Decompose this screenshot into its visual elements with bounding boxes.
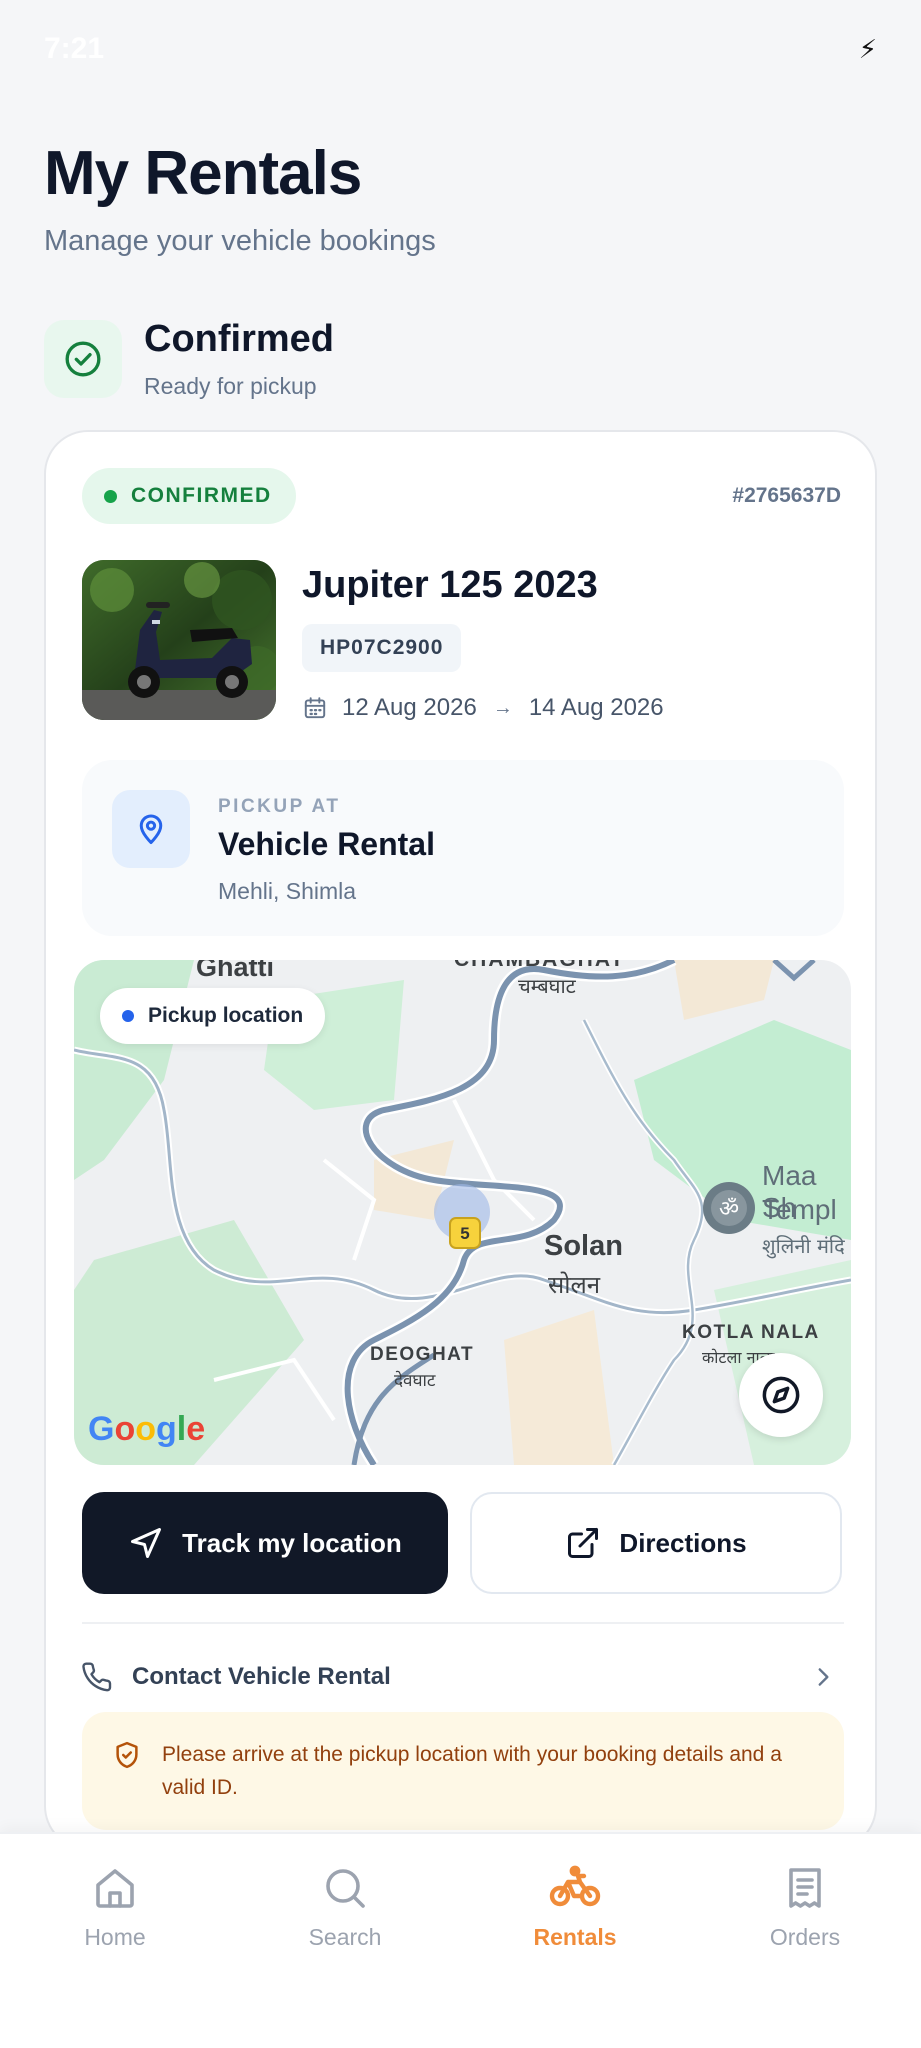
divider: [82, 1622, 844, 1624]
plate-number: HP07C2900: [302, 624, 462, 672]
contact-rental-row[interactable]: Contact Vehicle Rental: [82, 1642, 844, 1712]
booking-card: CONFIRMED #2765637D Jupiter 125 2023 HP0…: [44, 430, 877, 1850]
page-subtitle: Manage your vehicle bookings: [44, 225, 436, 257]
status-subtitle: Ready for pickup: [144, 373, 317, 399]
pickup-info: PICKUP AT Vehicle Rental Mehli, Shimla: [82, 760, 844, 936]
compass-button[interactable]: [739, 1353, 823, 1437]
map-label-kotla: KOTLA NALA: [682, 1322, 820, 1343]
home-icon: [96, 1869, 134, 1908]
nav-item-search[interactable]: Search: [245, 1864, 445, 1951]
vehicle-name: Jupiter 125 2023: [302, 564, 598, 606]
external-link-icon: [565, 1525, 601, 1561]
page-title: My Rentals: [44, 139, 362, 208]
bottom-navigation: Home Search Rentals Orders: [0, 1832, 921, 2048]
start-date: 12 Aug 2026: [342, 694, 477, 721]
phone-icon: [82, 1661, 114, 1693]
date-arrow: →: [492, 696, 513, 719]
booking-dates: 12 Aug 2026 → 14 Aug 2026: [302, 694, 664, 722]
status-time: 7:21: [44, 32, 105, 65]
nav-label-orders: Orders: [769, 1924, 841, 1950]
chevron-right-icon: [810, 1664, 836, 1695]
location-pin-icon: [112, 790, 190, 868]
nav-label-search: Search: [308, 1924, 382, 1950]
temple-marker-icon: ॐ: [719, 1197, 739, 1222]
pickup-location-chip: Pickup location: [100, 988, 326, 1044]
battery-charging-icon: ⚡: [858, 34, 877, 64]
directions-button[interactable]: Directions: [470, 1492, 842, 1594]
pickup-name: Vehicle Rental: [218, 826, 435, 862]
google-logo: Google: [88, 1410, 206, 1448]
pickup-notice: Please arrive at the pickup location wit…: [82, 1712, 844, 1830]
notice-text: Please arrive at the pickup location wit…: [162, 1743, 782, 1799]
nav-item-home[interactable]: Home: [15, 1864, 215, 1951]
receipt-icon: [789, 1868, 821, 1908]
vehicle-photo: [82, 560, 276, 720]
track-location-label: Track my location: [182, 1527, 402, 1558]
track-location-button[interactable]: Track my location: [82, 1492, 448, 1594]
route-number: 5: [460, 1224, 469, 1243]
map-label-solan-hindi: सोलन: [548, 1271, 601, 1299]
map-label-chambaghat-hindi: चम्बघाट: [518, 974, 576, 998]
status-title: Confirmed: [144, 318, 334, 360]
nav-item-rentals[interactable]: Rentals: [475, 1864, 675, 1951]
status-indicators: ⚡: [859, 34, 877, 65]
map-label-chambaghat: CHAMBAGHAT: [454, 960, 625, 972]
pickup-label: PICKUP AT: [218, 796, 341, 817]
booking-id: #2765637D: [732, 484, 841, 507]
directions-label: Directions: [619, 1527, 747, 1558]
shield-check-icon: [112, 1738, 142, 1804]
contact-label: Contact Vehicle Rental: [132, 1663, 391, 1690]
nav-label-home: Home: [84, 1924, 146, 1950]
nav-label-rentals: Rentals: [533, 1924, 617, 1950]
map-label-solan: Solan: [544, 1230, 623, 1262]
navigation-arrow-icon: [128, 1525, 164, 1561]
status-badge: CONFIRMED: [82, 468, 296, 524]
nav-item-orders[interactable]: Orders: [705, 1864, 905, 1951]
pickup-dot: [122, 1010, 134, 1022]
map-label-temple-hindi: शुलिनी मंदि: [762, 1234, 845, 1258]
map-label-deoghat: DEOGHAT: [370, 1344, 475, 1365]
status-dot: [104, 489, 117, 503]
pickup-address: Mehli, Shimla: [218, 878, 357, 904]
map-label-temple-2: Templ: [762, 1194, 837, 1225]
calendar-icon: [302, 695, 328, 721]
status-bar: 7:21 ⚡: [0, 0, 921, 100]
compass-icon: [762, 1376, 800, 1414]
search-icon: [326, 1869, 365, 1908]
status-section: Confirmed Ready for pickup: [44, 318, 334, 400]
map-label-ghatti: Ghatti: [196, 960, 274, 982]
status-badge-label: CONFIRMED: [131, 484, 272, 507]
check-circle-icon: [44, 320, 122, 398]
map-label-deoghat-hindi: देवघाट: [394, 1371, 436, 1391]
pickup-chip-label: Pickup location: [148, 1004, 304, 1027]
pickup-map[interactable]: 5 ॐ Ghatti CHAMBAGHAT चम्बघाट Solan सोलन…: [74, 960, 851, 1465]
end-date: 14 Aug 2026: [528, 694, 664, 721]
bike-icon: [549, 1865, 601, 1907]
